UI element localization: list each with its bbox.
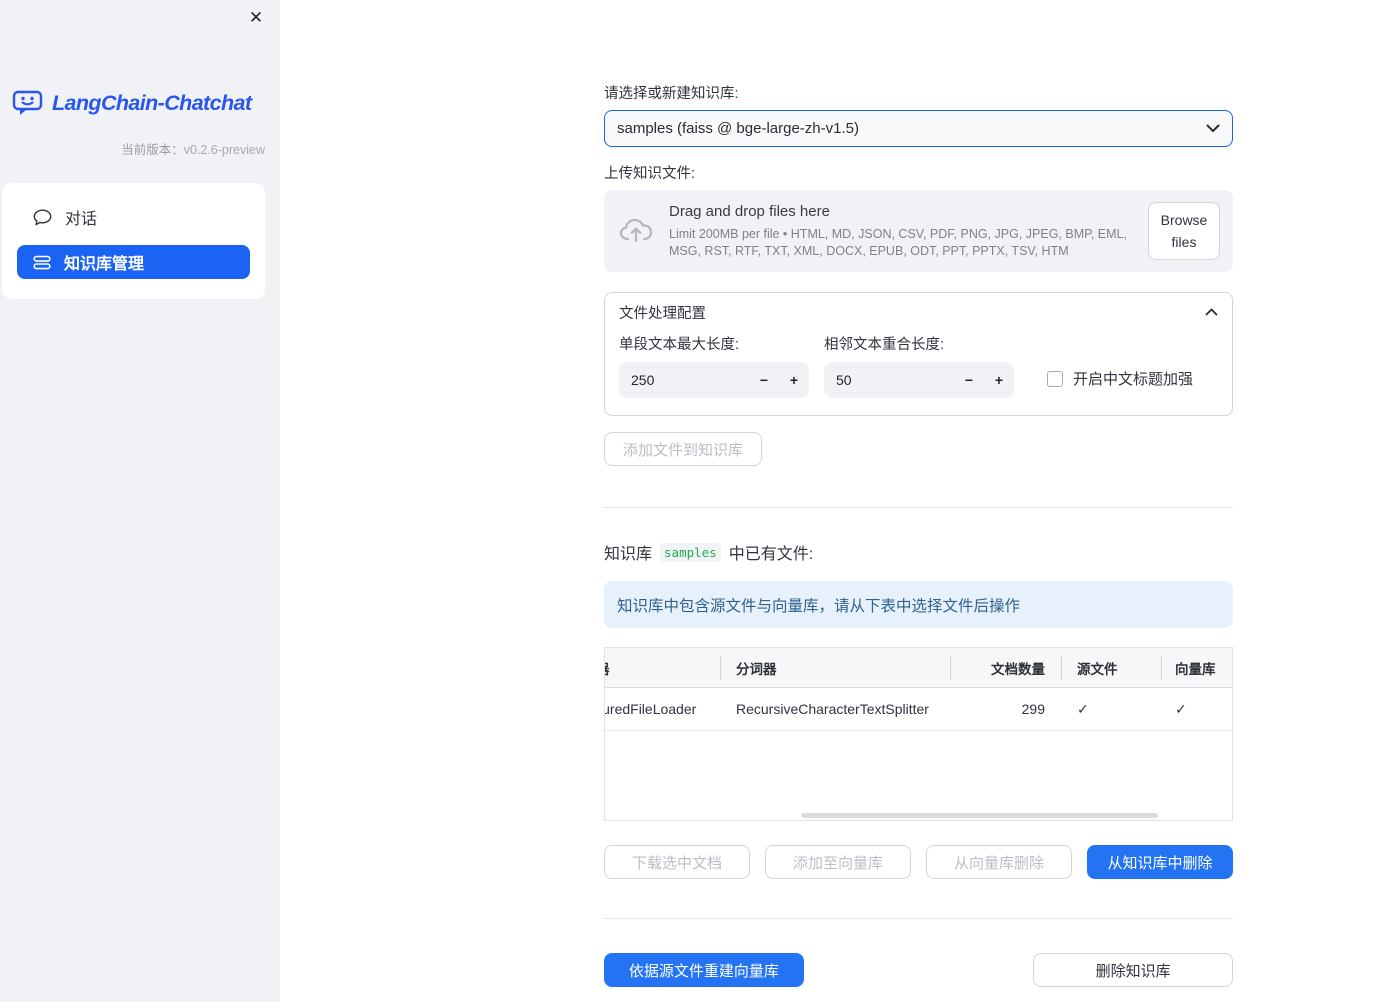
checkbox-unchecked-icon[interactable] <box>1047 370 1063 387</box>
overlap-size-value: 50 <box>836 372 852 388</box>
chunk-size-minus-button[interactable]: − <box>749 372 779 388</box>
delete-kb-button[interactable]: 删除知识库 <box>1033 953 1234 987</box>
dropzone-limit-text: Limit 200MB per file • HTML, MD, JSON, C… <box>669 226 1127 258</box>
download-selected-button[interactable]: 下载选中文档 <box>604 845 750 879</box>
chunk-size-value: 250 <box>631 372 655 388</box>
sidebar: ✕ LangChain-Chatchat 当前版本：v0.2.6-preview… <box>0 0 280 1002</box>
dropzone-title: Drag and drop files here <box>669 202 830 220</box>
chunk-size-label: 单段文本最大长度: <box>619 337 740 353</box>
app-title: LangChain-Chatchat <box>52 90 252 115</box>
kb-files-heading: 知识库 samples 中已有文件: <box>604 540 1233 564</box>
browse-files-button[interactable]: Browse files <box>1148 201 1220 261</box>
kb-name-code: samples <box>660 542 721 562</box>
zh-title-enhance-checkbox-group[interactable]: 开启中文标题加强 <box>1047 368 1193 389</box>
chevron-up-icon <box>1205 308 1218 316</box>
rebuild-vector-store-button[interactable]: 依据源文件重建向量库 <box>604 953 804 987</box>
cell-vector-check: ✓ <box>1175 700 1187 717</box>
table-row[interactable]: UnstructuredFileLoader RecursiveCharacte… <box>605 688 1232 731</box>
cell-source-check: ✓ <box>1077 700 1089 717</box>
zh-title-enhance-label: 开启中文标题加强 <box>1073 371 1194 388</box>
overlap-size-input[interactable]: 50 − + <box>824 362 1014 398</box>
sidebar-item-dialogue[interactable]: 对话 <box>17 199 250 235</box>
divider <box>604 507 1233 508</box>
col-header-doc-count: 文档数量 <box>950 648 1061 687</box>
version-text: 当前版本：v0.2.6-preview <box>121 143 265 157</box>
kb-files-table: 文档加载器 分词器 文档数量 源文件 向量库 UnstructuredFileL… <box>604 647 1233 821</box>
add-to-vector-button[interactable]: 添加至向量库 <box>765 845 911 879</box>
upload-cloud-icon <box>619 217 653 245</box>
kb-selectbox-value: samples (faiss @ bge-large-zh-v1.5) <box>617 120 859 137</box>
col-header-splitter: 分词器 <box>720 648 950 687</box>
chunk-size-field: 单段文本最大长度: 250 − + <box>619 333 809 398</box>
file-config-expander: 文件处理配置 单段文本最大长度: 250 − + 相邻文本重合长度: 50 − … <box>604 292 1233 416</box>
close-sidebar-icon[interactable]: ✕ <box>245 7 267 29</box>
upload-label: 上传知识文件: <box>604 166 696 182</box>
delete-from-vector-button[interactable]: 从向量库删除 <box>926 845 1072 879</box>
kb-list-icon <box>33 255 51 270</box>
kb-files-suffix: 中已有文件: <box>728 546 814 563</box>
chat-bubble-icon <box>33 209 52 226</box>
col-header-loader: 文档加载器 <box>605 648 720 687</box>
divider <box>604 918 1233 919</box>
info-banner: 知识库中包含源文件与向量库，请从下表中选择文件后操作 <box>604 581 1233 628</box>
app-logo: LangChain-Chatchat <box>12 88 270 118</box>
delete-from-kb-button[interactable]: 从知识库中删除 <box>1087 845 1233 879</box>
kb-select-label: 请选择或新建知识库: <box>604 86 739 102</box>
table-header-row: 文档加载器 分词器 文档数量 源文件 向量库 <box>605 648 1232 688</box>
chunk-size-plus-button[interactable]: + <box>779 372 809 388</box>
overlap-size-label: 相邻文本重合长度: <box>824 337 945 353</box>
col-header-vector-store: 向量库 <box>1161 648 1232 687</box>
cell-doc-count: 299 <box>1021 701 1045 717</box>
sidebar-item-kb-management[interactable]: 知识库管理 <box>17 245 250 279</box>
file-config-title: 文件处理配置 <box>619 305 706 322</box>
chat-smiley-logo-icon <box>12 88 44 118</box>
file-config-expander-header[interactable]: 文件处理配置 <box>605 293 1232 331</box>
dropzone-text: Drag and drop files here Limit 200MB per… <box>669 203 1148 260</box>
chevron-down-icon <box>1206 124 1220 133</box>
add-files-to-kb-button[interactable]: 添加文件到知识库 <box>604 432 763 466</box>
sidebar-item-label: 知识库管理 <box>64 256 145 273</box>
cell-loader: UnstructuredFileLoader <box>605 701 697 717</box>
file-dropzone[interactable]: Drag and drop files here Limit 200MB per… <box>604 190 1233 272</box>
cell-splitter: RecursiveCharacterTextSplitter <box>736 701 929 717</box>
overlap-size-field: 相邻文本重合长度: 50 − + <box>824 333 1014 398</box>
col-header-source-file: 源文件 <box>1061 648 1161 687</box>
kb-level-buttons: 依据源文件重建向量库 删除知识库 <box>604 953 1234 987</box>
chunk-size-input[interactable]: 250 − + <box>619 362 809 398</box>
empty-slot <box>819 953 1019 987</box>
sidebar-menu: 对话 知识库管理 <box>2 183 265 299</box>
kb-selectbox[interactable]: samples (faiss @ bge-large-zh-v1.5) <box>604 110 1233 147</box>
overlap-size-plus-button[interactable]: + <box>984 372 1014 388</box>
kb-files-prefix: 知识库 <box>604 546 653 563</box>
sidebar-item-label: 对话 <box>65 211 98 228</box>
main-panel: 请选择或新建知识库: samples (faiss @ bge-large-zh… <box>280 0 1380 1002</box>
file-action-buttons: 下载选中文档 添加至向量库 从向量库删除 从知识库中删除 <box>604 845 1233 879</box>
table-horizontal-scrollbar[interactable] <box>801 813 1158 818</box>
overlap-size-minus-button[interactable]: − <box>954 372 984 388</box>
